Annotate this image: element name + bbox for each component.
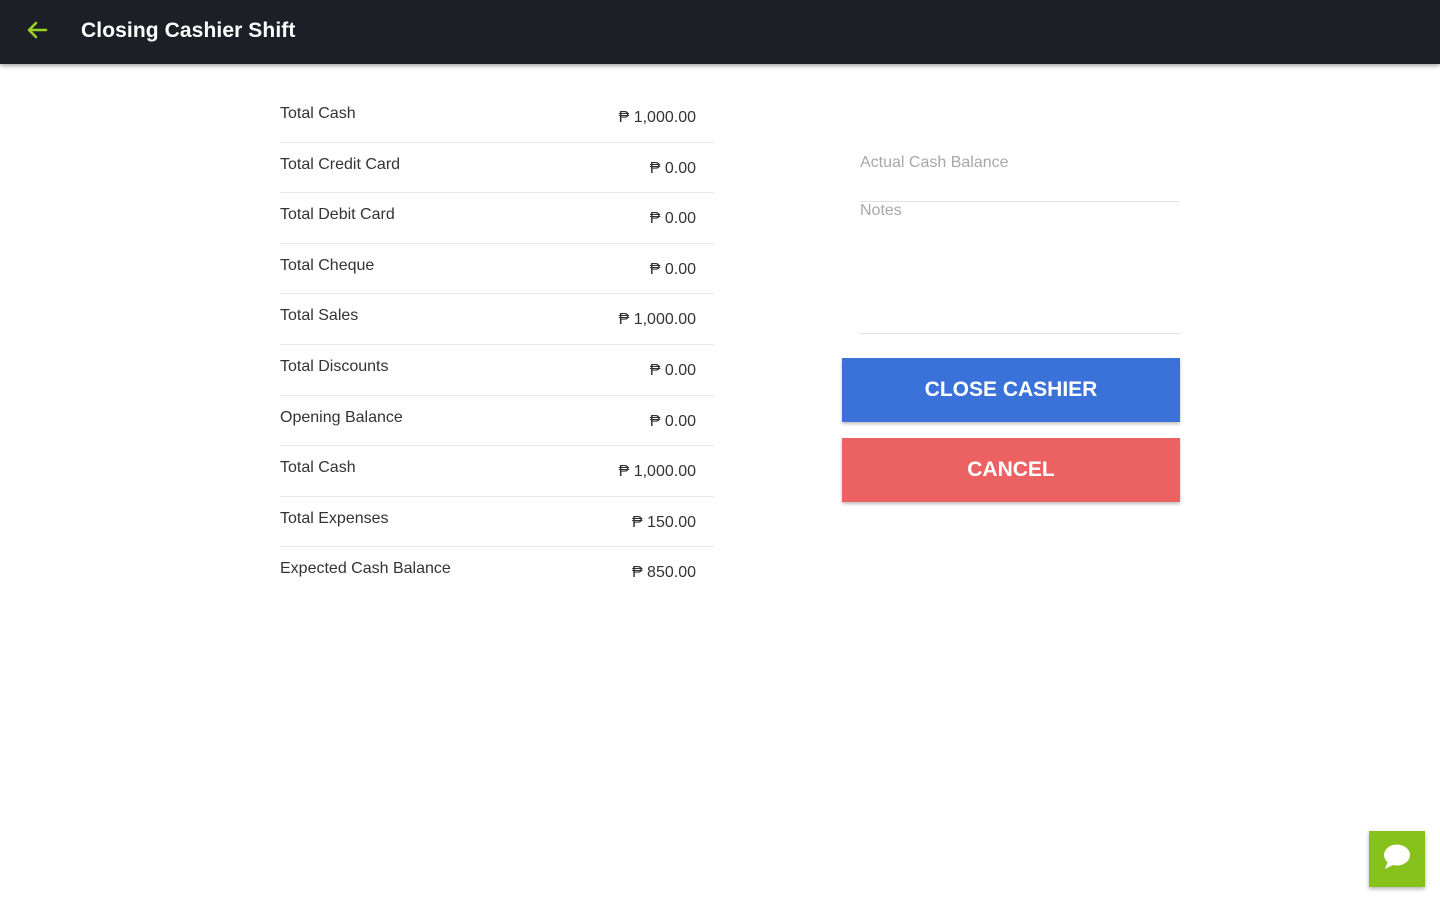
arrow-left-icon — [26, 21, 48, 44]
actual-cash-field — [860, 130, 1180, 202]
page-title: Closing Cashier Shift — [81, 19, 296, 42]
row-label: Total Cash — [280, 105, 356, 122]
summary-row-total-debit-card: Total Debit Card ₱ 0.00 — [280, 193, 714, 244]
row-value: ₱ 850.00 — [631, 564, 696, 582]
row-value: ₱ 150.00 — [631, 513, 696, 531]
app-bar: Closing Cashier Shift — [0, 0, 1440, 64]
close-shift-form — [842, 130, 1180, 334]
row-label: Opening Balance — [280, 408, 403, 426]
actual-cash-input[interactable] — [860, 154, 1180, 172]
summary-row-total-cheque: Total Cheque ₱ 0.00 — [280, 244, 714, 295]
row-label: Total Discounts — [280, 357, 389, 375]
row-label: Total Sales — [280, 307, 359, 325]
row-value: ₱ 1,000.00 — [618, 109, 696, 126]
summary-row-opening-balance: Opening Balance ₱ 0.00 — [280, 396, 714, 447]
row-value: ₱ 0.00 — [649, 412, 696, 430]
row-value: ₱ 1,000.00 — [618, 311, 696, 329]
row-value: ₱ 0.00 — [649, 159, 696, 177]
row-value: ₱ 1,000.00 — [618, 463, 696, 481]
summary-row-total-expenses: Total Expenses ₱ 150.00 — [280, 497, 714, 548]
row-value: ₱ 0.00 — [649, 260, 696, 278]
notes-field — [860, 202, 1180, 334]
chat-bubble-icon — [1382, 843, 1412, 876]
close-cashier-button[interactable]: CLOSE CASHIER — [842, 358, 1180, 422]
row-label: Total Credit Card — [280, 155, 401, 173]
row-value: ₱ 0.00 — [649, 361, 696, 379]
row-label: Total Debit Card — [280, 206, 395, 224]
summary-row-expected-cash-balance: Expected Cash Balance ₱ 850.00 — [280, 547, 714, 598]
row-label: Total Cash — [280, 459, 356, 477]
chat-button[interactable] — [1369, 831, 1425, 887]
summary-row-total-discounts: Total Discounts ₱ 0.00 — [280, 345, 714, 396]
cancel-button[interactable]: CANCEL — [842, 438, 1180, 502]
shift-summary: Total Cash ₱ 1,000.00 Total Credit Card … — [280, 92, 714, 598]
back-button[interactable] — [22, 18, 52, 46]
summary-row-total-cash-2: Total Cash ₱ 1,000.00 — [280, 446, 714, 497]
row-value: ₱ 0.00 — [649, 210, 696, 228]
row-label: Expected Cash Balance — [280, 560, 451, 578]
row-label: Total Expenses — [280, 509, 389, 527]
notes-input[interactable] — [860, 202, 1180, 220]
summary-row-total-sales: Total Sales ₱ 1,000.00 — [280, 294, 714, 345]
summary-row-total-cash: Total Cash ₱ 1,000.00 — [280, 92, 714, 143]
row-label: Total Cheque — [280, 256, 375, 274]
summary-row-total-credit-card: Total Credit Card ₱ 0.00 — [280, 143, 714, 194]
